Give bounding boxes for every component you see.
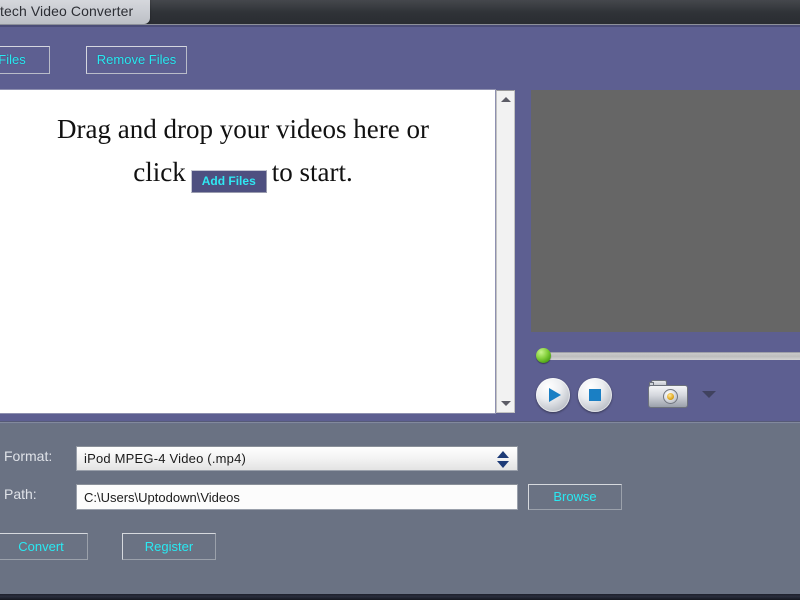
- browse-button[interactable]: Browse: [528, 484, 622, 510]
- file-list-scrollbar[interactable]: [496, 90, 515, 413]
- play-button[interactable]: [536, 378, 570, 412]
- path-input-value: C:\Users\Uptodown\Videos: [84, 490, 240, 505]
- toolbar: Files Remove Files: [0, 46, 800, 76]
- drop-zone-message: Drag and drop your videos here or click A…: [0, 108, 489, 194]
- video-converter-window: tech Video Converter Files Remove Files …: [0, 0, 800, 600]
- stop-icon: [589, 389, 601, 401]
- title-bar: tech Video Converter: [0, 0, 800, 25]
- path-input[interactable]: C:\Users\Uptodown\Videos: [76, 484, 518, 510]
- remove-files-button[interactable]: Remove Files: [86, 46, 187, 74]
- camera-flash-icon: [649, 382, 654, 386]
- window-title: tech Video Converter: [0, 3, 134, 19]
- format-selected-value: iPod MPEG-4 Video (.mp4): [84, 451, 247, 466]
- camera-lens-inner-icon: [667, 393, 674, 400]
- snapshot-button[interactable]: [642, 376, 694, 414]
- window-bottom-edge: [0, 594, 800, 600]
- inline-add-files-button[interactable]: Add Files: [190, 170, 267, 193]
- drop-zone[interactable]: Drag and drop your videos here or click A…: [0, 89, 496, 414]
- drop-zone-click-word: click: [133, 157, 186, 187]
- path-label: Path:: [4, 486, 37, 502]
- add-files-button[interactable]: Files: [0, 46, 50, 74]
- drop-zone-line-1: Drag and drop your videos here or: [57, 114, 429, 144]
- stop-button[interactable]: [578, 378, 612, 412]
- format-select[interactable]: iPod MPEG-4 Video (.mp4): [76, 446, 518, 471]
- register-button[interactable]: Register: [122, 533, 216, 560]
- seek-slider-handle[interactable]: [536, 348, 551, 363]
- drop-zone-start-word: to start.: [271, 157, 353, 187]
- play-icon: [549, 388, 561, 402]
- seek-slider-track[interactable]: [542, 352, 800, 360]
- convert-button[interactable]: Convert: [0, 533, 88, 560]
- format-label: Format:: [4, 448, 53, 464]
- video-preview-area[interactable]: [531, 90, 800, 332]
- format-spinner-arrows-icon[interactable]: [497, 451, 509, 468]
- transport-controls: [536, 376, 800, 416]
- chevron-down-icon[interactable]: [702, 391, 716, 398]
- scroll-down-arrow-icon[interactable]: [497, 395, 514, 412]
- scroll-up-arrow-icon[interactable]: [497, 91, 514, 108]
- seek-slider[interactable]: [536, 346, 800, 364]
